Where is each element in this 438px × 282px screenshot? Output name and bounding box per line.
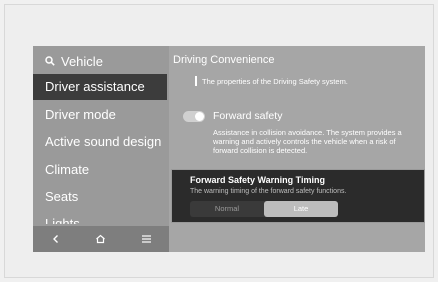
page-frame: Vehicle Driver assistance Driver mode Ac…	[4, 4, 434, 278]
sidebar-menu: Driver assistance Driver mode Active sou…	[33, 74, 169, 224]
section-description: The properties of the Driving Safety sys…	[202, 77, 348, 86]
option-late[interactable]: Late	[264, 201, 338, 217]
toggle-knob	[195, 112, 204, 121]
sidebar-search[interactable]: Vehicle	[45, 52, 103, 70]
back-icon	[52, 235, 58, 243]
warning-timing-popup: Forward Safety Warning Timing The warnin…	[171, 169, 425, 223]
sidebar-item-label: Active sound design	[45, 134, 162, 149]
sidebar-item-label: Driver mode	[45, 107, 116, 122]
timing-segmented-control: Normal Late	[190, 201, 338, 217]
sidebar-item-driver-assistance[interactable]: Driver assistance	[33, 74, 167, 100]
sidebar-item-seats[interactable]: Seats	[33, 184, 169, 210]
page-title: Driving Convenience	[173, 54, 275, 66]
forward-safety-toggle[interactable]	[183, 111, 205, 122]
popup-title: Forward Safety Warning Timing	[190, 175, 326, 185]
search-icon	[45, 56, 55, 66]
sidebar-item-climate[interactable]: Climate	[33, 157, 169, 183]
option-normal[interactable]: Normal	[190, 201, 264, 217]
sidebar-item-label: Lights	[45, 216, 80, 224]
sidebar-item-lights[interactable]: Lights	[33, 211, 169, 224]
sidebar: Vehicle Driver assistance Driver mode Ac…	[33, 46, 169, 252]
menu-icon	[141, 235, 151, 243]
home-button[interactable]	[86, 228, 116, 250]
forward-safety-description: Assistance in collision avoidance. The s…	[213, 128, 402, 155]
infotainment-screen: Vehicle Driver assistance Driver mode Ac…	[33, 46, 425, 252]
sidebar-item-label: Driver assistance	[45, 79, 145, 94]
sidebar-item-label: Climate	[45, 162, 90, 177]
popup-subtitle: The warning timing of the forward safety…	[190, 188, 347, 195]
forward-safety-label[interactable]: Forward safety	[213, 110, 282, 122]
sidebar-item-label: Seats	[45, 189, 79, 204]
back-button[interactable]	[41, 228, 71, 250]
home-icon	[96, 234, 106, 244]
sidebar-item-driver-mode[interactable]: Driver mode	[33, 102, 169, 128]
sidebar-footer	[33, 226, 169, 252]
sidebar-header-label: Vehicle	[61, 53, 103, 69]
menu-button[interactable]	[131, 228, 161, 250]
description-marker	[195, 76, 197, 86]
sidebar-item-active-sound-design[interactable]: Active sound design	[33, 129, 169, 155]
